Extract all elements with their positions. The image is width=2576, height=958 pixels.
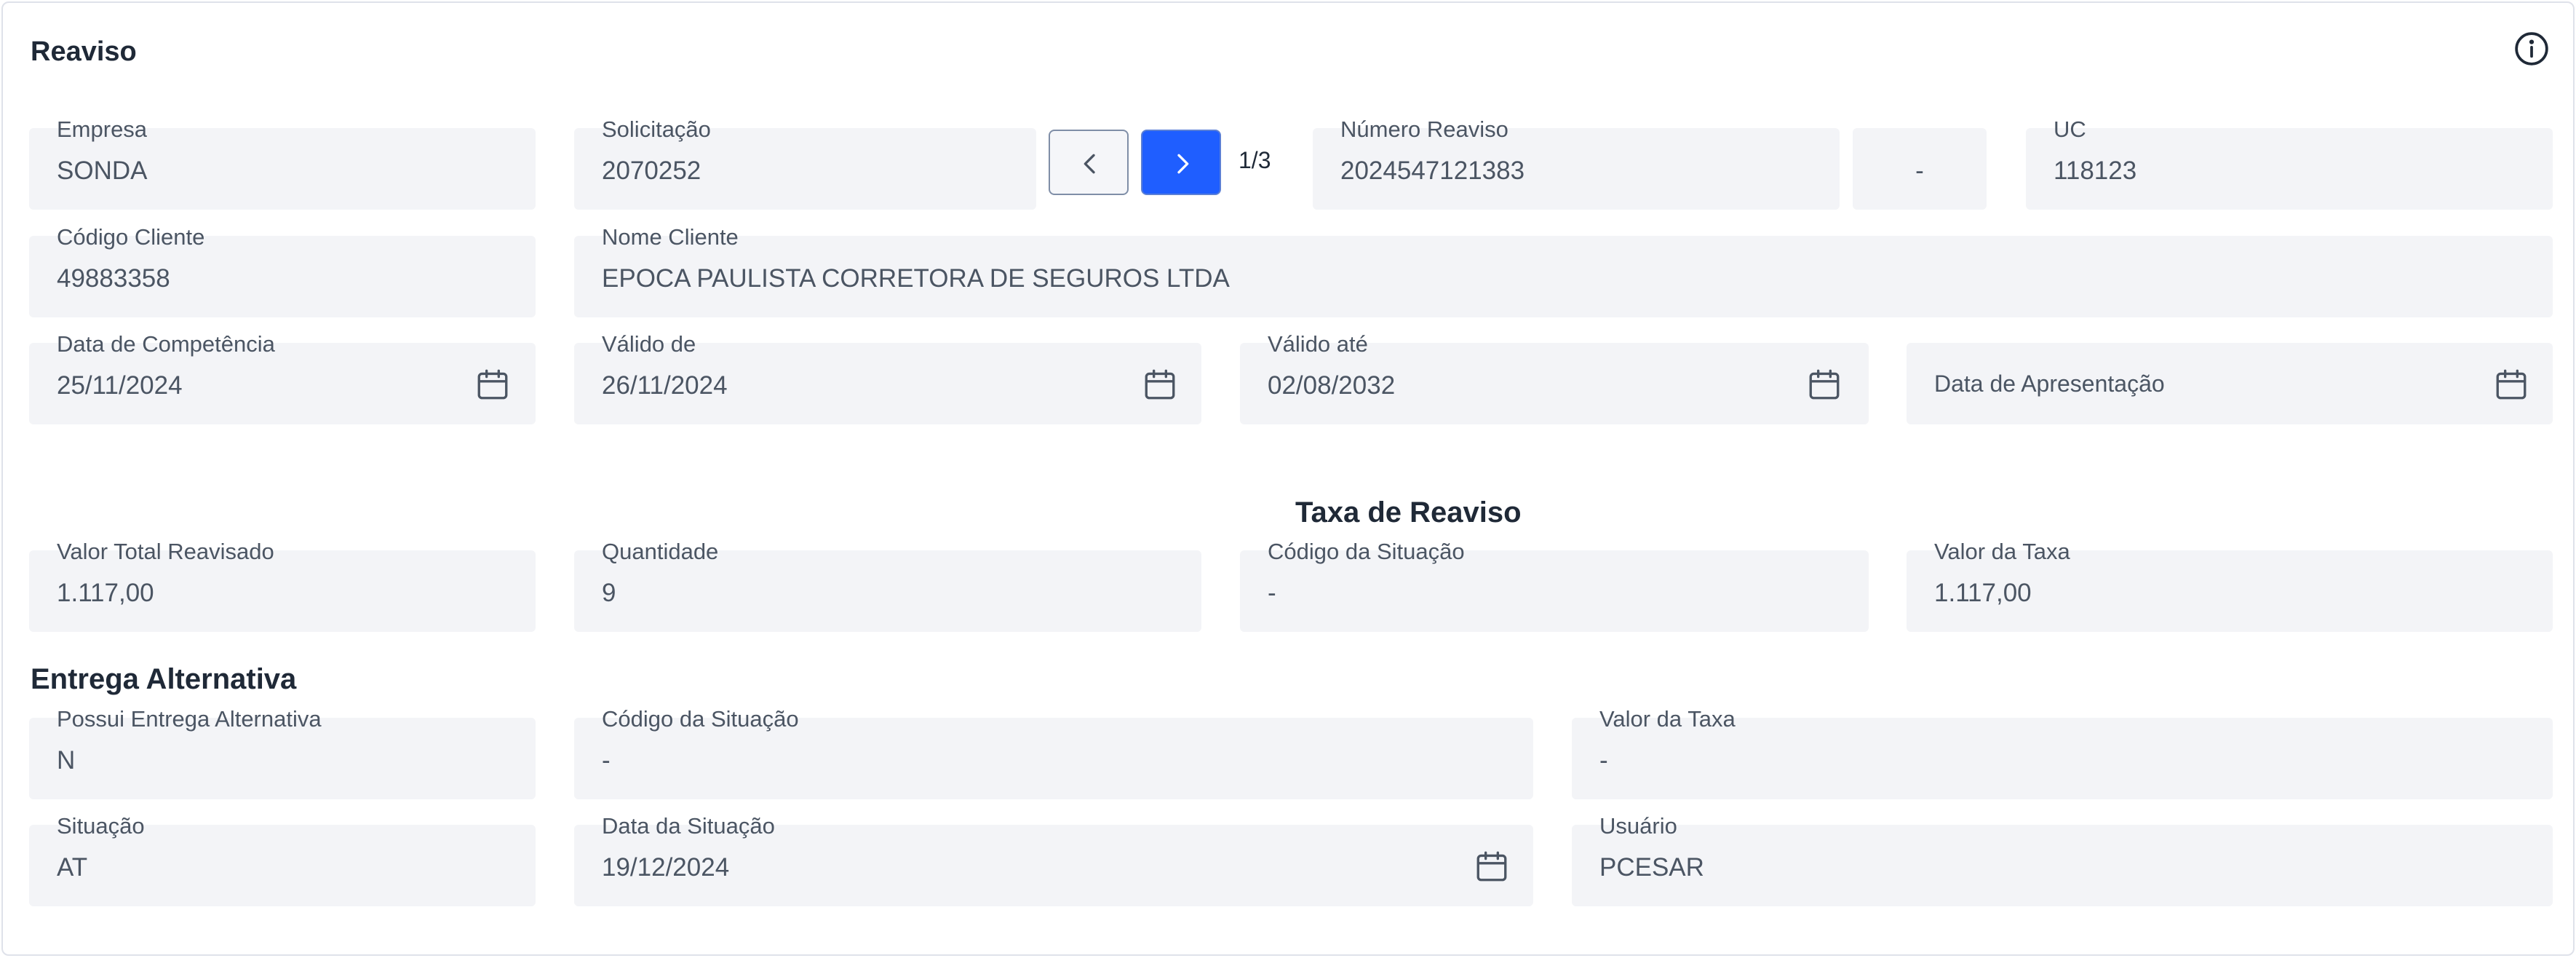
- data-competencia-value: 25/11/2024: [57, 371, 183, 400]
- codigo-situacao-entrega-value: -: [602, 746, 611, 775]
- codigo-situacao-taxa-value: -: [1268, 579, 1276, 607]
- entrega-alternativa-heading: Entrega Alternativa: [31, 663, 297, 695]
- data-competencia-label: Data de Competência: [57, 331, 275, 357]
- calendar-icon[interactable]: [474, 366, 511, 403]
- possui-entrega-alternativa-label: Possui Entrega Alternativa: [57, 706, 322, 732]
- nome-cliente-label: Nome Cliente: [602, 224, 739, 250]
- calendar-icon[interactable]: [2493, 366, 2529, 403]
- valor-taxa-value: 1.117,00: [1934, 579, 2032, 607]
- possui-entrega-alternativa-field[interactable]: Possui Entrega Alternativa N: [29, 706, 536, 799]
- reaviso-panel: Reaviso Empresa SONDA Solicitação 207025…: [1, 1, 2575, 956]
- numero-reaviso-value: 2024547121383: [1340, 157, 1525, 185]
- codigo-situacao-entrega-field[interactable]: Código da Situação -: [574, 706, 1533, 799]
- uc-value: 118123: [2054, 157, 2137, 185]
- codigo-cliente-value: 49883358: [57, 264, 170, 293]
- situacao-field[interactable]: Situação AT: [29, 813, 536, 906]
- valido-de-value: 26/11/2024: [602, 371, 728, 400]
- data-situacao-field[interactable]: Data da Situação 19/12/2024: [574, 813, 1533, 906]
- panel-title: Reaviso: [31, 36, 137, 67]
- valor-total-reavisado-label: Valor Total Reavisado: [57, 539, 274, 564]
- solicitacao-label: Solicitação: [602, 116, 711, 142]
- codigo-cliente-label: Código Cliente: [57, 224, 205, 250]
- info-circle-icon[interactable]: [2513, 31, 2550, 67]
- valor-total-reavisado-field[interactable]: Valor Total Reavisado 1.117,00: [29, 539, 536, 632]
- usuario-label: Usuário: [1599, 813, 1677, 839]
- numero-reaviso-suffix-field[interactable]: -: [1853, 128, 1987, 210]
- previous-page-button[interactable]: [1049, 130, 1129, 195]
- usuario-value: PCESAR: [1599, 853, 1704, 882]
- chevron-left-icon: [1084, 154, 1095, 174]
- numero-reaviso-field[interactable]: Número Reaviso 2024547121383: [1313, 116, 1840, 210]
- chevron-right-icon: [1177, 154, 1189, 174]
- data-situacao-value: 19/12/2024: [602, 853, 730, 882]
- valor-taxa-label: Valor da Taxa: [1934, 539, 2070, 564]
- next-page-button[interactable]: [1141, 130, 1221, 195]
- codigo-cliente-field[interactable]: Código Cliente 49883358: [29, 224, 536, 317]
- calendar-icon[interactable]: [1806, 366, 1842, 403]
- valor-taxa-field[interactable]: Valor da Taxa 1.117,00: [1907, 539, 2553, 632]
- valido-ate-label: Válido até: [1268, 331, 1368, 357]
- valor-taxa-entrega-field[interactable]: Valor da Taxa -: [1572, 706, 2553, 799]
- nome-cliente-value: EPOCA PAULISTA CORRETORA DE SEGUROS LTDA: [602, 264, 1230, 293]
- usuario-field[interactable]: Usuário PCESAR: [1572, 813, 2553, 906]
- possui-entrega-alternativa-value: N: [57, 746, 76, 775]
- data-competencia-field[interactable]: Data de Competência 25/11/2024: [29, 331, 536, 424]
- data-apresentacao-placeholder: Data de Apresentação: [1934, 371, 2165, 397]
- quantidade-label: Quantidade: [602, 539, 719, 564]
- empresa-field[interactable]: Empresa SONDA: [29, 116, 536, 210]
- situacao-value: AT: [57, 853, 88, 882]
- page-indicator: 1/3: [1239, 147, 1271, 173]
- situacao-label: Situação: [57, 813, 145, 839]
- calendar-icon[interactable]: [1142, 366, 1178, 403]
- valido-de-field[interactable]: Válido de 26/11/2024: [574, 331, 1201, 424]
- valor-taxa-entrega-label: Valor da Taxa: [1599, 706, 1736, 732]
- empresa-value: SONDA: [57, 157, 148, 185]
- uc-field[interactable]: UC 118123: [2026, 116, 2553, 210]
- valido-ate-field[interactable]: Válido até 02/08/2032: [1240, 331, 1869, 424]
- calendar-icon[interactable]: [1474, 848, 1510, 884]
- valido-ate-value: 02/08/2032: [1268, 371, 1396, 400]
- codigo-situacao-taxa-field[interactable]: Código da Situação -: [1240, 539, 1869, 632]
- codigo-situacao-taxa-label: Código da Situação: [1268, 539, 1465, 564]
- solicitacao-field[interactable]: Solicitação 2070252: [574, 116, 1036, 210]
- empresa-label: Empresa: [57, 116, 148, 142]
- valor-taxa-entrega-value: -: [1599, 746, 1608, 775]
- valido-de-label: Válido de: [602, 331, 696, 357]
- nome-cliente-field[interactable]: Nome Cliente EPOCA PAULISTA CORRETORA DE…: [574, 224, 2553, 317]
- data-apresentacao-field[interactable]: Data de Apresentação: [1907, 343, 2553, 424]
- uc-label: UC: [2054, 116, 2086, 142]
- solicitacao-value: 2070252: [602, 157, 701, 185]
- numero-reaviso-suffix: -: [1915, 157, 1924, 185]
- data-situacao-label: Data da Situação: [602, 813, 775, 839]
- quantidade-field[interactable]: Quantidade 9: [574, 539, 1201, 632]
- codigo-situacao-entrega-label: Código da Situação: [602, 706, 799, 732]
- numero-reaviso-label: Número Reaviso: [1340, 116, 1508, 142]
- valor-total-reavisado-value: 1.117,00: [57, 579, 154, 607]
- taxa-reaviso-heading: Taxa de Reaviso: [1295, 496, 1522, 529]
- quantidade-value: 9: [602, 579, 616, 607]
